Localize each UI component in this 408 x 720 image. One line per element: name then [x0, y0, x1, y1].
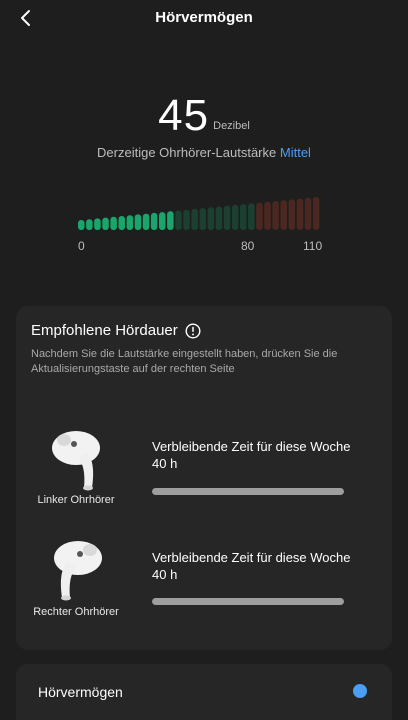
- meter-segment: [215, 206, 223, 230]
- right-earbud-image: [54, 541, 102, 601]
- meter-segment: [118, 216, 125, 230]
- card-title: Empfohlene Hördauer: [31, 322, 178, 339]
- left-earbud-remaining-bar: [152, 488, 344, 495]
- meter-segment: [86, 219, 93, 230]
- volume-meter: [78, 197, 320, 230]
- hearing-row-label: Hörvermögen: [38, 684, 123, 700]
- meter-segment: [256, 202, 263, 230]
- decibel-reading: 45 Dezibel: [0, 88, 408, 138]
- volume-level-value: Mittel: [279, 145, 311, 160]
- meter-segment: [312, 197, 320, 230]
- left-earbud-label: Linker Ohrhörer: [37, 494, 115, 506]
- meter-segment: [110, 216, 117, 230]
- right-earbud: Rechter Ohrhörer: [16, 530, 136, 630]
- right-earbud-remaining-bar: [152, 598, 344, 605]
- left-earbud-image: [52, 431, 100, 491]
- scale-label-min: 0: [78, 239, 85, 253]
- right-earbud-remaining-time: Verbleibende Zeit für diese Woche 40 h: [152, 550, 351, 582]
- meter-segment: [207, 207, 215, 230]
- meter-segment: [102, 217, 109, 230]
- meter-segment: [272, 201, 279, 230]
- meter-segment: [304, 197, 312, 230]
- meter-segment: [296, 198, 304, 230]
- hearing-toggle[interactable]: [353, 684, 367, 698]
- left-earbud-remaining-time: Verbleibende Zeit für diese Woche 40 h: [152, 439, 351, 471]
- volume-level-label: Derzeitige Ohrhörer-Lautstärke: [97, 145, 277, 160]
- meter-segment: [78, 220, 85, 230]
- meter-segment: [94, 218, 101, 230]
- meter-segment: [288, 199, 296, 230]
- info-circle-icon[interactable]: [185, 322, 201, 339]
- left-earbud-remaining-fill: [152, 488, 344, 495]
- recommended-duration-card: Empfohlene Hördauer Nachdem Sie die Laut…: [16, 306, 392, 650]
- meter-segment: [280, 200, 287, 230]
- meter-segment: [199, 208, 206, 230]
- card-description: Nachdem Sie die Lautstärke eingestellt h…: [31, 348, 338, 375]
- meter-segment: [223, 205, 231, 230]
- meter-segment: [159, 212, 166, 230]
- hearing-row[interactable]: Hörvermögen: [16, 664, 392, 720]
- left-earbud: Linker Ohrhörer: [16, 418, 136, 518]
- meter-segment: [150, 212, 158, 230]
- decibel-value: 45: [158, 91, 210, 140]
- meter-segment: [175, 210, 182, 230]
- header: Hörvermögen: [0, 0, 408, 36]
- meter-segment: [240, 204, 247, 230]
- page-title: Hörvermögen: [155, 9, 253, 26]
- meter-segment: [191, 208, 198, 230]
- volume-level-line: Derzeitige Ohrhörer-Lautstärke Mittel: [0, 145, 408, 160]
- meter-segment: [183, 209, 190, 230]
- scale-label-max: 110: [303, 239, 323, 253]
- decibel-unit: Dezibel: [213, 120, 250, 132]
- meter-segment: [142, 213, 150, 230]
- meter-segment: [248, 203, 255, 230]
- card-title-row: Empfohlene Hördauer: [31, 322, 201, 339]
- meter-segment: [126, 215, 134, 230]
- meter-segment: [134, 214, 142, 230]
- right-earbud-remaining-fill: [152, 598, 344, 605]
- meter-segment: [264, 201, 271, 230]
- right-earbud-label: Rechter Ohrhörer: [33, 606, 119, 618]
- meter-segment: [231, 204, 239, 230]
- scale-label-80: 80: [241, 239, 255, 253]
- meter-segment: [167, 211, 174, 230]
- hearing-screen: Hörvermögen 45 Dezibel Derzeitige Ohrhör…: [0, 0, 408, 720]
- meter-scale: 0 80 110: [0, 239, 408, 255]
